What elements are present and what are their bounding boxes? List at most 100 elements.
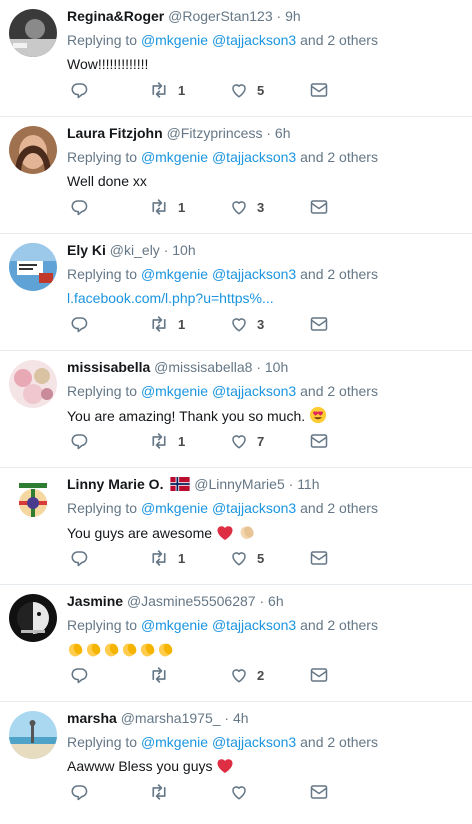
replying-to: Replying to @mkgenie @tajjackson3 and 2 … (67, 617, 378, 633)
reply-button[interactable] (70, 431, 88, 451)
tweet-header: missisabella @missisabella8 · 10h (67, 359, 289, 375)
retweet-button[interactable] (149, 782, 178, 802)
user-handle[interactable]: @missisabella8 (154, 359, 252, 375)
timestamp[interactable]: 10h (172, 242, 195, 258)
display-name[interactable]: missisabella (67, 359, 150, 375)
avatar[interactable] (9, 477, 57, 525)
others-link[interactable]: and 2 others (300, 149, 378, 165)
like-button[interactable]: 5 (230, 80, 264, 100)
retweet-icon (152, 316, 166, 332)
others-link[interactable]: and 2 others (300, 32, 378, 48)
like-button[interactable]: 5 (230, 548, 264, 568)
tweet-header: Linny Marie O. @LinnyMarie5 · 11h (67, 476, 320, 492)
mention-link[interactable]: @tajjackson3 (212, 32, 296, 48)
timestamp[interactable]: 9h (285, 8, 301, 24)
others-link[interactable]: and 2 others (300, 383, 378, 399)
mention-link[interactable]: @tajjackson3 (212, 617, 296, 633)
user-handle[interactable]: @Jasmine55506287 (127, 593, 256, 609)
others-link[interactable]: and 2 others (300, 734, 378, 750)
retweet-button[interactable]: 1 (149, 314, 185, 334)
user-handle[interactable]: @ki_ely (110, 242, 160, 258)
direct-message-button[interactable] (310, 665, 328, 685)
clapping-hands-emoji (68, 643, 173, 657)
reply-button[interactable] (70, 80, 88, 100)
display-name[interactable]: Regina&Roger (67, 8, 164, 24)
others-link[interactable]: and 2 others (300, 500, 378, 516)
reply-button[interactable] (70, 314, 88, 334)
timestamp[interactable]: 10h (265, 359, 288, 375)
mention-link[interactable]: @mkgenie (141, 383, 208, 399)
tweet[interactable]: Laura Fitzjohn @Fitzyprincess · 6h Reply… (0, 117, 472, 234)
tweet-actions: 1 3 (70, 197, 330, 217)
like-button[interactable]: 7 (230, 431, 264, 451)
reply-button[interactable] (70, 782, 88, 802)
timestamp[interactable]: 6h (275, 125, 291, 141)
reply-icon (71, 317, 88, 333)
direct-message-button[interactable] (310, 431, 328, 451)
envelope-icon (310, 83, 328, 97)
mention-link[interactable]: @mkgenie (141, 266, 208, 282)
others-link[interactable]: and 2 others (300, 617, 378, 633)
tweet[interactable]: Regina&Roger @RogerStan123 · 9h Replying… (0, 0, 472, 117)
reply-button[interactable] (70, 197, 88, 217)
retweet-button[interactable]: 1 (149, 197, 185, 217)
timestamp[interactable]: 6h (268, 593, 284, 609)
avatar[interactable] (9, 360, 57, 408)
others-link[interactable]: and 2 others (300, 266, 378, 282)
display-name[interactable]: marsha (67, 710, 117, 726)
mention-link[interactable]: @mkgenie (141, 149, 208, 165)
display-name[interactable]: Jasmine (67, 593, 123, 609)
retweet-button[interactable]: 1 (149, 80, 185, 100)
avatar[interactable] (9, 711, 57, 759)
avatar[interactable] (9, 243, 57, 291)
reply-button[interactable] (70, 548, 88, 568)
avatar[interactable] (9, 126, 57, 174)
mention-link[interactable]: @tajjackson3 (212, 266, 296, 282)
tweet[interactable]: marsha @marsha1975_ · 4h Replying to @mk… (0, 702, 472, 821)
user-handle[interactable]: @Fitzyprincess (167, 125, 263, 141)
direct-message-button[interactable] (310, 548, 328, 568)
retweet-button[interactable]: 1 (149, 431, 185, 451)
like-count: 5 (257, 82, 265, 98)
display-name[interactable]: Ely Ki (67, 242, 106, 258)
tweet[interactable]: missisabella @missisabella8 · 10h Replyi… (0, 351, 472, 468)
heart-eyes-emoji (309, 406, 327, 424)
avatar[interactable] (9, 594, 57, 642)
reply-button[interactable] (70, 665, 88, 685)
mention-link[interactable]: @mkgenie (141, 500, 208, 516)
avatar[interactable] (9, 9, 57, 57)
mention-link[interactable]: @mkgenie (141, 617, 208, 633)
tweet[interactable]: Ely Ki @ki_ely · 10h Replying to @mkgeni… (0, 234, 472, 351)
tweet[interactable]: Linny Marie O. @LinnyMarie5 · 11h Replyi… (0, 468, 472, 585)
timestamp[interactable]: 4h (233, 710, 249, 726)
user-handle[interactable]: @marsha1975_ (121, 710, 221, 726)
tweet[interactable]: Jasmine @Jasmine55506287 · 6h Replying t… (0, 585, 472, 702)
timestamp[interactable]: 11h (297, 476, 319, 492)
direct-message-button[interactable] (310, 782, 328, 802)
envelope-icon (310, 317, 328, 331)
direct-message-button[interactable] (310, 80, 328, 100)
mention-link[interactable]: @tajjackson3 (212, 383, 296, 399)
user-handle[interactable]: @RogerStan123 (168, 8, 273, 24)
display-name[interactable]: Laura Fitzjohn (67, 125, 163, 141)
mention-link[interactable]: @mkgenie (141, 32, 208, 48)
mention-link[interactable]: @mkgenie (141, 734, 208, 750)
tweet-text: Wow!!!!!!!!!!!!! (67, 56, 149, 72)
tweet-text-row: You are amazing! Thank you so much. (67, 406, 466, 426)
replying-to: Replying to @mkgenie @tajjackson3 and 2 … (67, 383, 378, 399)
direct-message-button[interactable] (310, 197, 328, 217)
retweet-button[interactable]: 1 (149, 548, 185, 568)
like-button[interactable]: 3 (230, 197, 264, 217)
retweet-button[interactable] (149, 665, 178, 685)
user-handle[interactable]: @LinnyMarie5 (194, 476, 284, 492)
like-button[interactable] (230, 782, 257, 802)
tweet-header: Laura Fitzjohn @Fitzyprincess · 6h (67, 125, 291, 141)
direct-message-button[interactable] (310, 314, 328, 334)
display-name[interactable]: Linny Marie O. (67, 476, 163, 492)
mention-link[interactable]: @tajjackson3 (212, 734, 296, 750)
like-button[interactable]: 2 (230, 665, 264, 685)
mention-link[interactable]: @tajjackson3 (212, 149, 296, 165)
like-button[interactable]: 3 (230, 314, 264, 334)
tweet-link[interactable]: l.facebook.com/l.php?u=https%... (67, 289, 466, 308)
mention-link[interactable]: @tajjackson3 (212, 500, 296, 516)
